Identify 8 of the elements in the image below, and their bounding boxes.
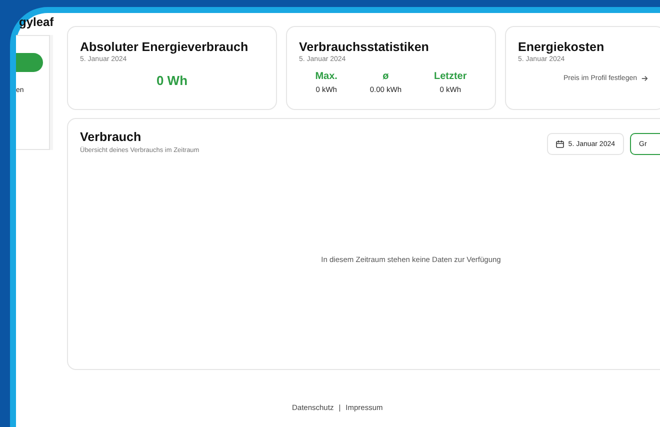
- energy-value: 0 Wh: [156, 73, 188, 88]
- stat-label: Max.: [315, 71, 338, 82]
- card-title: Energiekosten: [518, 39, 606, 55]
- stat-label: ø: [382, 71, 389, 82]
- card-title: Absoluter Energieverbrauch: [80, 39, 250, 55]
- card-title: Verbrauch: [80, 129, 142, 145]
- stat-label: Letzter: [434, 71, 467, 82]
- card-title: Verbrauchsstatistiken: [299, 39, 430, 55]
